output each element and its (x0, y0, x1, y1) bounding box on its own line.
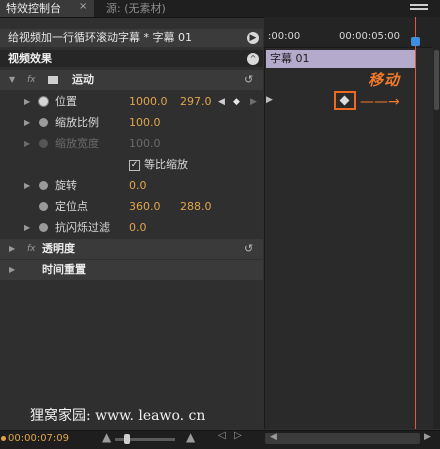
uniform-scale-label: 等比缩放 (144, 158, 188, 171)
property-row-rotation: ▶ 旋转 0.0 (0, 176, 263, 196)
expand-triangle-icon: ▶ (24, 139, 31, 148)
rotation-label: 旋转 (55, 179, 77, 192)
expand-triangle-icon[interactable]: ▶ (9, 260, 15, 280)
stopwatch-icon[interactable] (39, 118, 48, 127)
expand-triangle-icon[interactable]: ▶ (24, 92, 30, 112)
expand-triangle-icon[interactable]: ▶ (24, 218, 30, 238)
anchor-label: 定位点 (55, 200, 88, 213)
expand-triangle-icon[interactable]: ▶ (24, 176, 30, 196)
property-row-uniform-scale: ✓ 等比缩放 (0, 155, 263, 175)
stopwatch-icon[interactable] (39, 97, 48, 106)
position-label: 位置 (55, 95, 77, 108)
anchor-x-value[interactable]: 360.0 (129, 197, 161, 217)
watermark: 狸窝家园: www. leawo. cn (30, 408, 206, 424)
property-row-anchor: 定位点 360.0 288.0 (0, 197, 263, 217)
fx-icon[interactable]: fx (27, 70, 36, 90)
ruler-start-time: :00:00 (268, 31, 301, 42)
reset-icon[interactable]: ↺ (244, 70, 253, 90)
expand-triangle-icon[interactable]: ▶ (24, 113, 30, 133)
fx-icon[interactable]: fx (27, 239, 36, 259)
property-row-scale: ▶ 缩放比例 100.0 (0, 113, 263, 133)
tab-source[interactable]: 源: (无素材) (100, 0, 172, 17)
close-icon[interactable]: × (79, 1, 87, 12)
sequence-title: 给视频加一行循环滚动字幕 * 字幕 01 (0, 29, 263, 47)
keyframe-timeline[interactable] (264, 17, 440, 429)
next-keyframe-icon[interactable]: ▶ (250, 92, 257, 112)
rotation-value[interactable]: 0.0 (129, 176, 147, 196)
scale-value[interactable]: 100.0 (129, 113, 161, 133)
scroll-end-icon[interactable]: ▶ (424, 432, 431, 442)
annotation-label: 移动 (368, 71, 401, 89)
zoom-out-icon[interactable]: ▲ (102, 430, 111, 444)
anchor-y-value[interactable]: 288.0 (180, 197, 212, 217)
prev-keyframe-icon[interactable]: ◀ (218, 92, 225, 112)
scroll-right-icon[interactable]: ▷ (234, 430, 242, 441)
add-keyframe-icon[interactable]: ◆ (233, 92, 240, 112)
property-row-scale-width: ▶ 缩放宽度 100.0 (0, 134, 263, 154)
motion-label: 运动 (72, 73, 94, 86)
scale-label: 缩放比例 (55, 116, 99, 129)
property-row-antiflicker: ▶ 抗闪烁过滤 0.0 (0, 218, 263, 238)
effect-row-motion[interactable]: ▼ fx 运动 ↺ (0, 70, 263, 90)
antiflicker-label: 抗闪烁过滤 (55, 221, 110, 234)
effect-row-opacity[interactable]: ▶ fx 透明度 ↺ (0, 239, 263, 259)
effect-row-time-remap[interactable]: ▶ 时间重置 (0, 260, 263, 280)
horizontal-scrollbar[interactable] (265, 433, 420, 444)
clip-bar[interactable]: 字幕 01 (266, 50, 416, 68)
video-effects-header: 视频效果 (0, 50, 263, 67)
antiflicker-value[interactable]: 0.0 (129, 218, 147, 238)
show-timeline-icon[interactable]: ▶ (247, 32, 259, 44)
motion-transform-icon[interactable] (48, 76, 58, 84)
playhead[interactable] (415, 17, 416, 429)
keyframe-offscreen-left-icon: ▶ (266, 95, 273, 105)
effect-controls-panel: 特效控制台 × 源: (无素材) 给视频加一行循环滚动字幕 * 字幕 01 ▶ … (0, 0, 440, 449)
scale-width-label: 缩放宽度 (55, 137, 99, 150)
zoom-in-icon[interactable]: ▲ (186, 430, 195, 444)
annotation-arrow: ——→ (360, 94, 400, 110)
uniform-scale-checkbox[interactable]: ✓ (129, 160, 140, 171)
reset-icon[interactable]: ↺ (244, 239, 253, 259)
scroll-start-icon[interactable]: ◀ (270, 432, 277, 442)
timecode-indicator-icon (1, 436, 6, 441)
expand-triangle-icon[interactable]: ▶ (9, 239, 15, 259)
position-x-value[interactable]: 1000.0 (129, 92, 168, 112)
expand-triangle-icon[interactable]: ▼ (9, 70, 15, 90)
vertical-scrollbar[interactable] (433, 47, 440, 429)
stopwatch-icon (39, 139, 48, 148)
opacity-label: 透明度 (42, 242, 75, 255)
stopwatch-icon[interactable] (39, 223, 48, 232)
stopwatch-icon[interactable] (39, 181, 48, 190)
current-timecode[interactable]: 00:00:07:09 (8, 433, 69, 444)
stopwatch-icon[interactable] (39, 202, 48, 211)
time-remap-label: 时间重置 (42, 263, 86, 276)
property-row-position: ▶ 位置 1000.0 297.0 ◀ ◆ ▶ (0, 92, 263, 112)
position-y-value[interactable]: 297.0 (180, 92, 212, 112)
ruler-end-time: 00:00:05:00 (339, 31, 401, 42)
playhead-handle[interactable] (411, 37, 420, 46)
panel-menu-icon[interactable] (406, 2, 432, 14)
scroll-left-icon[interactable]: ◁ (218, 430, 226, 441)
zoom-slider-handle[interactable] (124, 434, 130, 444)
collapse-icon[interactable]: ^ (247, 53, 259, 65)
scale-width-value: 100.0 (129, 137, 161, 150)
